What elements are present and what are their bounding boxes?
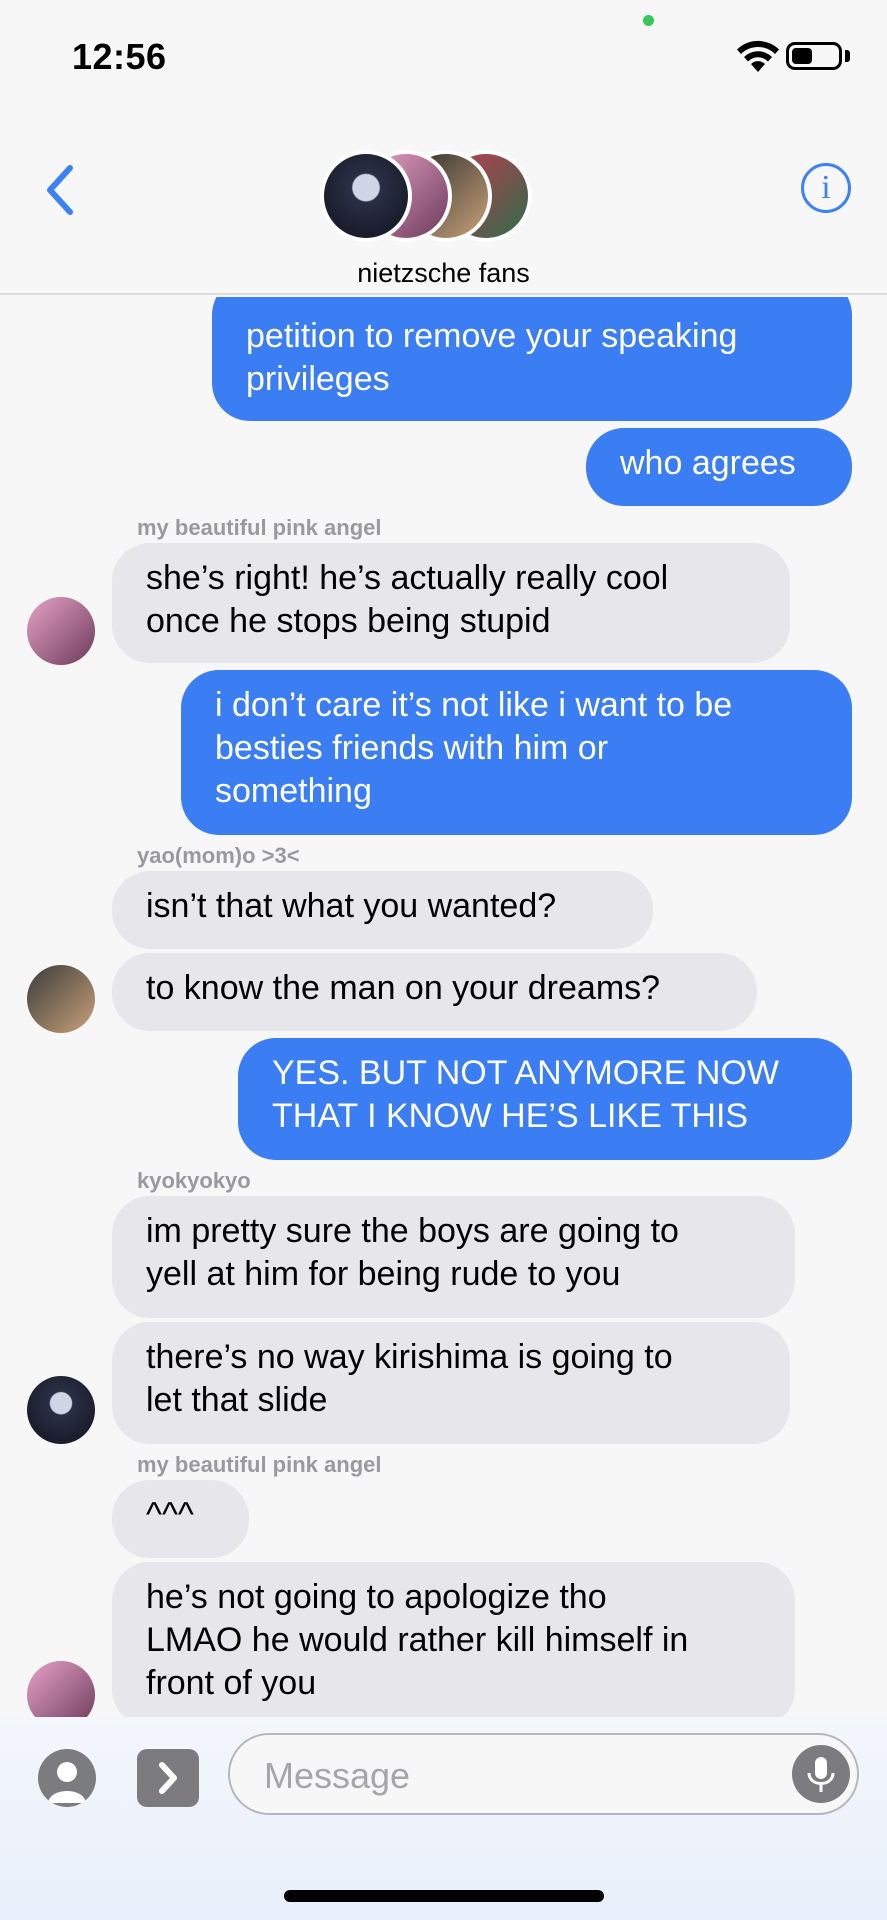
- status-bar: 12:56: [0, 0, 887, 110]
- incoming-bubble[interactable]: he’s not going to apologize tho LMAO he …: [112, 1562, 795, 1717]
- apps-chevron-icon[interactable]: [137, 1749, 199, 1807]
- incoming-bubble[interactable]: to know the man on your dreams?: [112, 953, 757, 1031]
- incoming-bubble[interactable]: there’s no way kirishima is going to let…: [112, 1322, 790, 1444]
- sender-avatar[interactable]: [27, 1661, 95, 1717]
- message-text: i don’t care it’s not like i want to be …: [215, 686, 733, 810]
- outgoing-bubble[interactable]: petition to remove your speaking privile…: [212, 297, 852, 421]
- battery-tip: [845, 50, 850, 62]
- sender-name: yao(mom)o >3<: [137, 843, 300, 868]
- message-text: there’s no way kirishima is going to let…: [146, 1338, 673, 1419]
- message-text: YES. BUT NOT ANYMORE NOW THAT I KNOW HE’…: [272, 1054, 779, 1135]
- info-icon[interactable]: i: [801, 163, 851, 213]
- home-indicator[interactable]: [284, 1890, 604, 1902]
- sender-name: my beautiful pink angel: [137, 515, 382, 540]
- sender-avatar[interactable]: [27, 1376, 95, 1444]
- message-text: im pretty sure the boys are going to yel…: [146, 1212, 679, 1293]
- outgoing-bubble[interactable]: who agrees: [586, 428, 852, 506]
- group-name[interactable]: nietzsche fans: [0, 258, 887, 289]
- message-text: ^^^: [146, 1496, 194, 1534]
- message-placeholder: Message: [264, 1755, 411, 1796]
- sender-name: my beautiful pink angel: [137, 1452, 382, 1477]
- sender-avatar[interactable]: [27, 965, 95, 1033]
- back-chevron-icon[interactable]: [40, 160, 80, 220]
- sender-name: kyokyokyo: [137, 1168, 251, 1193]
- message-text: she’s right! he’s actually really cool o…: [146, 559, 669, 640]
- incoming-bubble[interactable]: ^^^: [112, 1480, 249, 1558]
- group-avatars[interactable]: [320, 150, 540, 250]
- conversation-header: nietzsche fans i: [0, 110, 887, 295]
- message-text: petition to remove your speaking privile…: [246, 317, 738, 398]
- battery-icon: [786, 42, 842, 70]
- incoming-bubble[interactable]: im pretty sure the boys are going to yel…: [112, 1196, 795, 1318]
- wifi-icon: [737, 40, 779, 72]
- incoming-bubble[interactable]: isn’t that what you wanted?: [112, 871, 653, 949]
- message-thread: petition to remove your speaking privile…: [0, 297, 887, 1717]
- message-text: isn’t that what you wanted?: [146, 887, 557, 925]
- message-text: who agrees: [620, 444, 796, 482]
- member-avatar-1: [320, 150, 412, 242]
- message-text: he’s not going to apologize tho LMAO he …: [146, 1578, 689, 1702]
- message-input[interactable]: Message: [228, 1733, 859, 1815]
- outgoing-bubble[interactable]: YES. BUT NOT ANYMORE NOW THAT I KNOW HE’…: [238, 1038, 852, 1160]
- status-time: 12:56: [72, 36, 167, 77]
- message-text: to know the man on your dreams?: [146, 969, 661, 1007]
- camera-indicator-dot: [643, 15, 654, 26]
- sender-avatar[interactable]: [27, 597, 95, 665]
- microphone-icon[interactable]: [792, 1745, 850, 1803]
- contact-icon[interactable]: [38, 1749, 96, 1807]
- outgoing-bubble[interactable]: i don’t care it’s not like i want to be …: [181, 670, 852, 835]
- incoming-bubble[interactable]: she’s right! he’s actually really cool o…: [112, 543, 790, 663]
